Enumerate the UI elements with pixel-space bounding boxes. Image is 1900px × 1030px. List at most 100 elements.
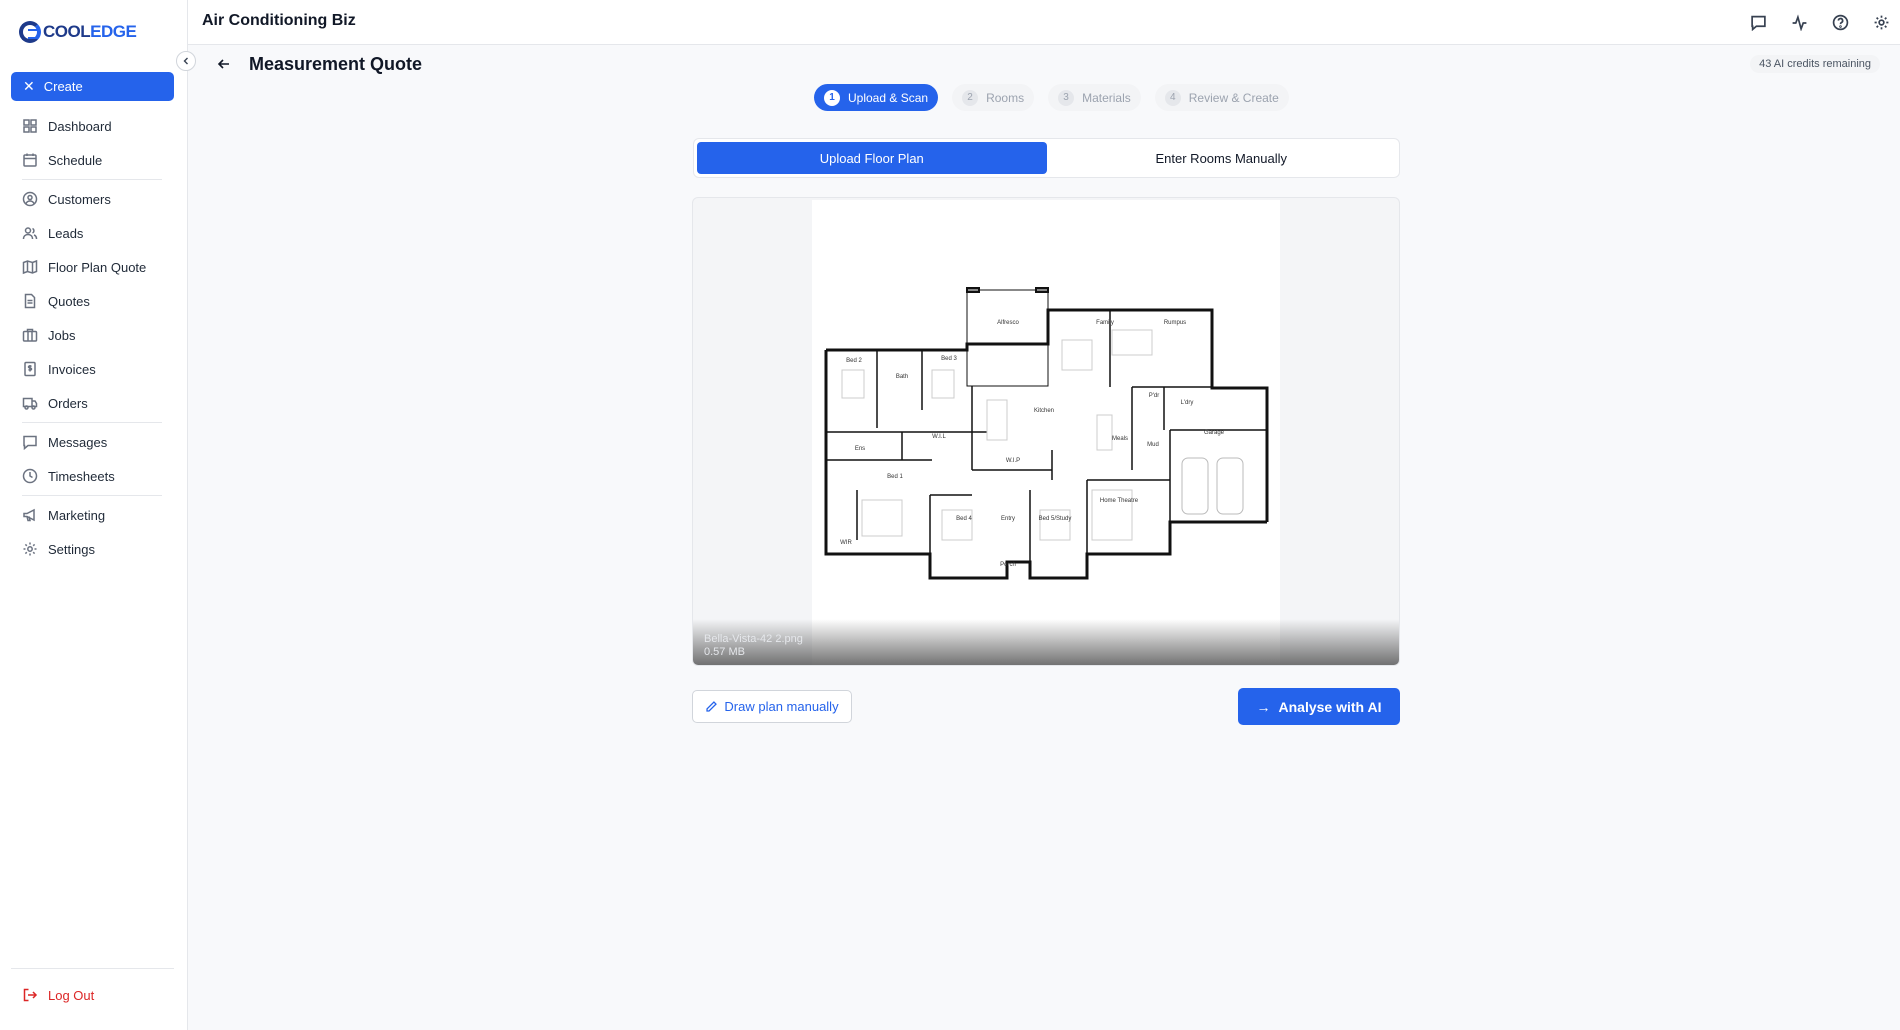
help-icon xyxy=(1832,14,1848,30)
step-materials[interactable]: 3 Materials xyxy=(1048,84,1141,111)
step-number: 1 xyxy=(824,89,840,106)
sidebar-item-timesheets[interactable]: Timesheets xyxy=(22,465,115,487)
step-label: Rooms xyxy=(986,90,1025,105)
analyse-with-ai-button[interactable]: → Analyse with AI xyxy=(1238,688,1400,725)
file-info-overlay: Bella-Vista-42 2.png 0.57 MB xyxy=(693,619,1399,665)
top-bar-actions xyxy=(1728,11,1892,33)
room-label: Rumpus xyxy=(1164,320,1186,326)
file-size: 0.57 MB xyxy=(704,646,745,658)
collapse-sidebar-button[interactable] xyxy=(176,51,196,71)
message-icon xyxy=(23,435,37,450)
create-button[interactable]: ✕ Create xyxy=(11,72,174,101)
nav-divider xyxy=(22,422,162,423)
sidebar-item-jobs[interactable]: Jobs xyxy=(22,324,75,346)
sidebar-item-marketing[interactable]: Marketing xyxy=(22,504,105,526)
footer-divider xyxy=(11,968,174,969)
room-label: Garage xyxy=(1204,430,1225,436)
calendar-icon xyxy=(23,153,37,167)
brand-name-part1: COOL xyxy=(43,22,91,41)
arrow-left-icon xyxy=(217,59,229,69)
sidebar-item-invoices[interactable]: Invoices xyxy=(22,358,96,380)
sidebar-item-dashboard[interactable]: Dashboard xyxy=(22,115,112,137)
invoice-icon xyxy=(24,361,36,377)
sidebar-item-orders[interactable]: Orders xyxy=(22,392,88,414)
activity-icon xyxy=(1792,13,1806,31)
sidebar-item-messages[interactable]: Messages xyxy=(22,431,107,453)
step-number: 2 xyxy=(962,89,979,106)
settings-button[interactable] xyxy=(1870,11,1892,33)
logo-icon xyxy=(19,21,41,43)
room-label: Bed 2 xyxy=(846,358,862,364)
room-label: Bed 5/Study xyxy=(1039,516,1072,522)
sidebar-item-label: Settings xyxy=(48,541,95,557)
message-icon xyxy=(1750,15,1766,31)
sidebar-item-customers[interactable]: Customers xyxy=(22,188,111,210)
logout-button[interactable]: Log Out xyxy=(22,987,94,1003)
step-review-create[interactable]: 4 Review & Create xyxy=(1154,84,1289,111)
room-label: Home Theatre xyxy=(1100,498,1139,504)
draw-plan-manually-button[interactable]: Draw plan manually xyxy=(692,690,852,723)
step-number: 3 xyxy=(1058,89,1075,106)
sidebar-item-label: Timesheets xyxy=(48,468,115,484)
sidebar-item-floor-plan-quote[interactable]: Floor Plan Quote xyxy=(22,256,146,278)
nav-divider xyxy=(22,495,162,496)
activity-button[interactable] xyxy=(1788,11,1810,33)
room-label: L'dry xyxy=(1181,400,1194,406)
user-circle-icon xyxy=(22,191,38,207)
step-label: Review & Create xyxy=(1188,90,1279,105)
draw-plan-label: Draw plan manually xyxy=(724,699,839,714)
nav-divider xyxy=(22,179,162,180)
messages-button[interactable] xyxy=(1747,11,1769,33)
room-label: Ens xyxy=(855,446,865,452)
sidebar-item-label: Jobs xyxy=(48,327,76,343)
pencil-icon xyxy=(706,701,718,712)
room-label: Bed 3 xyxy=(941,356,957,362)
sidebar: COOLEDGE ✕ Create Dashboard Schedule Cus… xyxy=(0,0,188,1030)
gear-icon xyxy=(23,542,37,556)
help-button[interactable] xyxy=(1829,11,1851,33)
room-label: Bed 4 xyxy=(956,516,972,522)
stepper: 1 Upload & Scan 2 Rooms 3 Materials 4 Re… xyxy=(814,84,1303,111)
mode-tabs: Upload Floor Plan Enter Rooms Manually xyxy=(693,138,1400,178)
sidebar-item-settings[interactable]: Settings xyxy=(22,538,95,560)
room-label: W.I.P xyxy=(1006,458,1020,464)
room-label: Meals xyxy=(1112,436,1128,442)
room-label: Mud xyxy=(1147,442,1159,448)
brand-logo[interactable]: COOLEDGE xyxy=(19,19,137,45)
step-number: 4 xyxy=(1164,89,1181,106)
room-label: Entry xyxy=(1001,516,1015,522)
sidebar-item-label: Quotes xyxy=(48,293,90,309)
sidebar-item-schedule[interactable]: Schedule xyxy=(22,149,102,171)
users-icon xyxy=(22,227,38,240)
step-upload-scan[interactable]: 1 Upload & Scan xyxy=(814,84,939,111)
sidebar-item-label: Dashboard xyxy=(48,118,112,134)
tab-enter-rooms-manually[interactable]: Enter Rooms Manually xyxy=(1047,142,1397,174)
room-label: Kitchen xyxy=(1034,408,1054,414)
logout-icon xyxy=(23,988,38,1002)
room-label: Porch xyxy=(1000,562,1016,568)
business-title: Air Conditioning Biz xyxy=(202,12,356,29)
sidebar-item-label: Messages xyxy=(48,434,108,450)
step-rooms[interactable]: 2 Rooms xyxy=(952,84,1035,111)
sidebar-item-label: Customers xyxy=(48,191,111,207)
floor-plan-preview[interactable]: Alfresco Family Rumpus Bed 2 Bath Bed 3 … xyxy=(692,197,1400,666)
sidebar-item-quotes[interactable]: Quotes xyxy=(22,290,90,312)
top-bar: Air Conditioning Biz xyxy=(188,0,1900,45)
sidebar-item-label: Marketing xyxy=(48,507,106,523)
room-label: P'dr xyxy=(1149,393,1159,399)
create-button-label: Create xyxy=(43,79,83,94)
room-label: W.I.L xyxy=(932,434,946,440)
tab-upload-floor-plan[interactable]: Upload Floor Plan xyxy=(697,142,1047,174)
sidebar-item-label: Orders xyxy=(48,395,88,411)
chevron-left-icon xyxy=(183,57,188,65)
ai-credits-badge: 43 AI credits remaining xyxy=(1750,55,1880,73)
gear-icon xyxy=(1874,15,1888,29)
sidebar-item-label: Invoices xyxy=(48,361,96,377)
clock-icon xyxy=(22,468,38,484)
room-label: Bed 1 xyxy=(887,474,903,480)
back-button[interactable] xyxy=(214,54,234,74)
document-icon xyxy=(24,293,36,309)
sidebar-item-leads[interactable]: Leads xyxy=(22,222,83,244)
arrow-right-icon: → xyxy=(1256,698,1271,715)
close-icon: ✕ xyxy=(23,78,35,94)
